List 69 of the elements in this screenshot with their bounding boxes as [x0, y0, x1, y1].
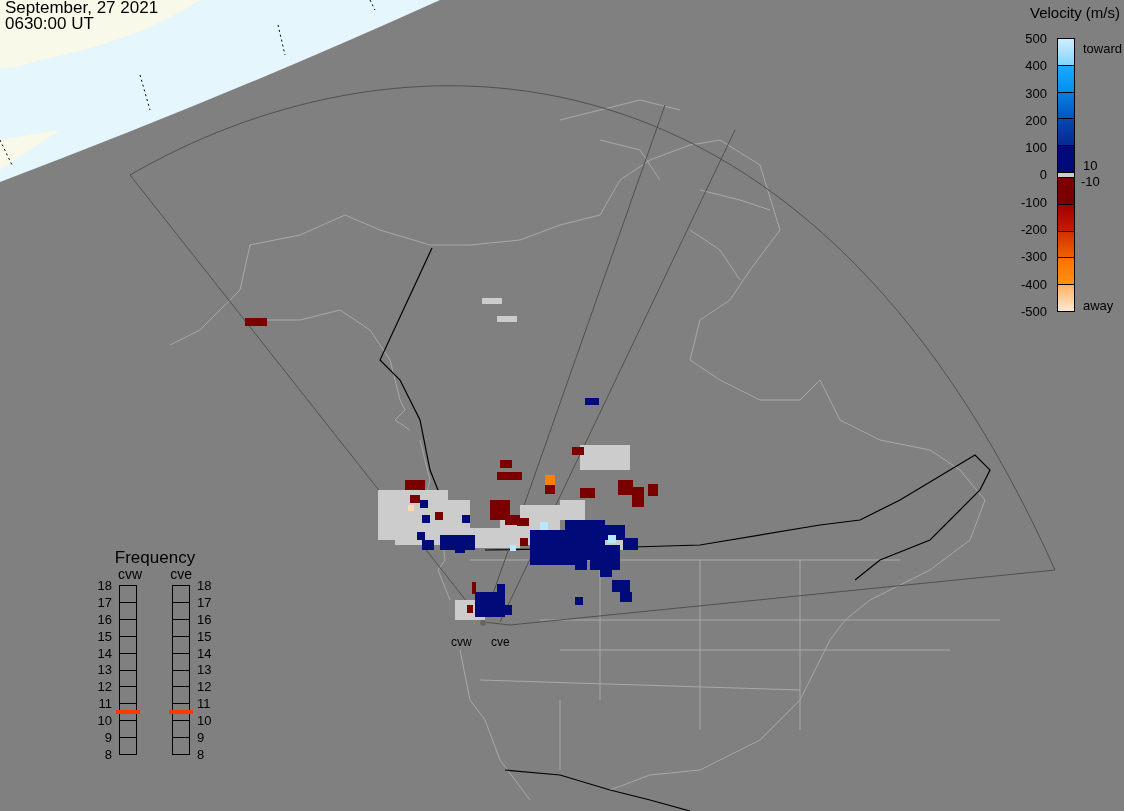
- scale-tick-label: -400: [1019, 277, 1047, 291]
- velocity-cell: [545, 475, 555, 485]
- toward-label: toward: [1083, 42, 1123, 55]
- frequency-tick-label: 15: [96, 629, 112, 643]
- frequency-tick-label: 14: [197, 646, 213, 660]
- velocity-cell: [618, 480, 633, 495]
- scale-tick-label: 200: [1024, 113, 1047, 127]
- frequency-tick-label: 16: [197, 612, 213, 626]
- radar-site-label: cvw: [451, 635, 472, 649]
- scale-tick-label: 300: [1024, 86, 1047, 100]
- velocity-cell: [560, 500, 585, 520]
- date-label: September, 27 2021: [5, 0, 159, 16]
- frequency-tick-label: 13: [96, 663, 112, 677]
- scale-tick-label: -500: [1019, 304, 1047, 318]
- radar-name-label: cvw: [118, 567, 143, 581]
- frequency-panel-title: Frequency: [113, 549, 197, 567]
- scale-tick-label: 100: [1024, 141, 1047, 155]
- frequency-tick-label: 12: [96, 680, 112, 694]
- velocity-cell: [575, 597, 583, 605]
- velocity-cell: [648, 484, 658, 496]
- velocity-cell: [620, 592, 632, 602]
- frequency-tick-label: 15: [197, 629, 213, 643]
- velocity-cell: [623, 538, 638, 550]
- frequency-tick-label: 14: [96, 646, 112, 660]
- velocity-cell: [612, 580, 630, 592]
- threshold-label: -10: [1081, 175, 1100, 188]
- scale-tick-label: 400: [1024, 59, 1047, 73]
- velocity-cell: [497, 316, 517, 322]
- scale-tick-label: 500: [1024, 32, 1047, 45]
- radar-name-label: cve: [170, 567, 192, 581]
- frequency-tick-label: 11: [197, 697, 212, 711]
- frequency-tick-label: 13: [197, 663, 213, 677]
- velocity-cell: [500, 460, 512, 468]
- frequency-tick-label: 16: [96, 612, 112, 626]
- velocity-cell: [482, 298, 502, 304]
- away-label: away: [1083, 299, 1114, 312]
- velocity-cell: [490, 500, 510, 520]
- velocity-cell: [580, 445, 630, 470]
- velocity-cell: [585, 398, 599, 405]
- velocity-cell: [632, 487, 644, 507]
- time-label: 0630:00 UT: [5, 16, 95, 32]
- frequency-tick-label: 9: [197, 731, 206, 744]
- threshold-label: 10: [1083, 159, 1098, 172]
- velocity-cell: [245, 318, 267, 326]
- frequency-tick-label: 12: [197, 680, 213, 694]
- frequency-tick-label: 8: [103, 747, 112, 761]
- velocity-cell: [497, 472, 522, 480]
- scale-tick-label: -300: [1019, 250, 1047, 264]
- frequency-tick-label: 18: [197, 579, 213, 592]
- radar-site-marker: [480, 620, 486, 626]
- frequency-tick-label: 11: [97, 697, 112, 711]
- scale-tick-label: -200: [1019, 223, 1047, 237]
- scale-tick-label: -100: [1019, 195, 1047, 209]
- velocity-cell: [475, 592, 505, 617]
- scale-tick-label: 0: [1038, 168, 1047, 182]
- velocity-cell: [590, 545, 620, 570]
- velocity-scale-title: Velocity (m/s): [1029, 4, 1121, 22]
- radar-site-label: cve: [491, 635, 510, 649]
- frequency-tick-label: 17: [197, 595, 213, 609]
- velocity-cell: [575, 560, 587, 570]
- frequency-tick-label: 18: [96, 579, 112, 592]
- velocity-cell: [405, 480, 425, 490]
- velocity-cell: [580, 488, 595, 498]
- frequency-tick-label: 9: [103, 731, 112, 744]
- frequency-tick-label: 17: [96, 595, 112, 609]
- velocity-cell: [422, 540, 434, 550]
- frequency-tick-label: 10: [96, 714, 112, 728]
- frequency-tick-label: 8: [197, 747, 206, 761]
- frequency-tick-label: 10: [197, 714, 213, 728]
